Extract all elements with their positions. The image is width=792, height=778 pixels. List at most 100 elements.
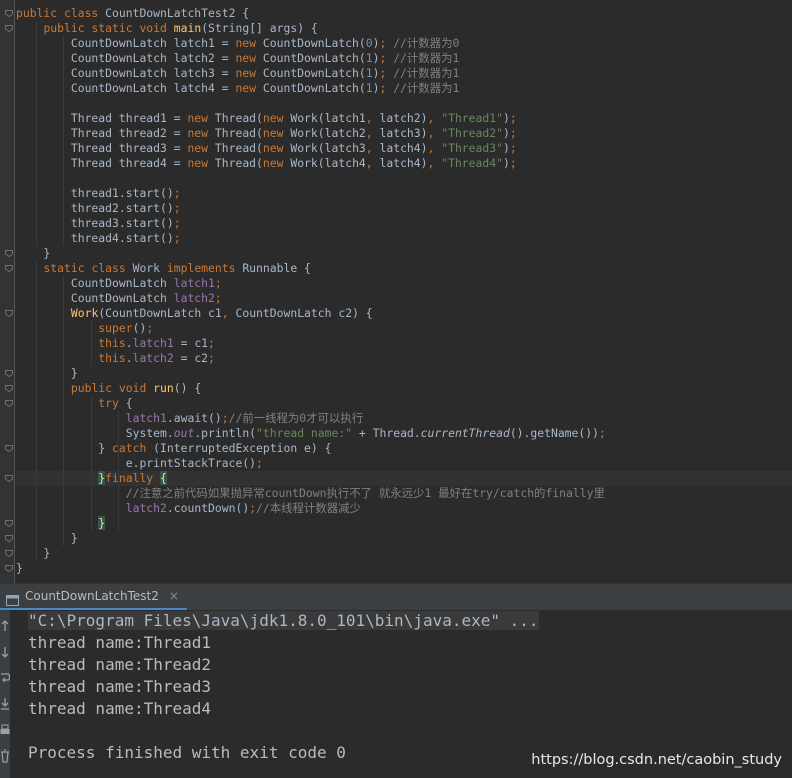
code-token: CountDownLatch latch3 = — [16, 66, 236, 80]
code-token: public static void — [43, 21, 174, 35]
code-line[interactable]: Thread thread4 = new Thread(new Work(lat… — [16, 156, 517, 171]
code-token: new — [235, 36, 263, 50]
code-line[interactable]: CountDownLatch latch1 = new CountDownLat… — [16, 36, 459, 51]
code-line[interactable]: latch1.await();//前一线程为0才可以执行 — [16, 411, 363, 426]
code-token: ; — [214, 276, 222, 290]
code-line[interactable]: this.latch2 = c2; — [16, 351, 215, 366]
code-token: Runnable { — [242, 261, 311, 275]
code-line[interactable]: } — [16, 246, 50, 261]
code-token: , — [365, 141, 380, 155]
code-token: new — [187, 126, 215, 140]
close-icon[interactable]: × — [169, 589, 179, 603]
code-line[interactable]: }finally { — [16, 471, 792, 486]
fold-marker-icon[interactable] — [5, 400, 13, 407]
code-line[interactable]: this.latch1 = c1; — [16, 336, 215, 351]
code-token: .countDown() — [166, 501, 250, 515]
code-line[interactable]: thread3.start(); — [16, 216, 181, 231]
code-line[interactable]: //注意之前代码如果抛异常countDown执行不了 就永远少1 最好在try/… — [16, 486, 605, 501]
fold-marker-icon[interactable] — [5, 535, 13, 542]
code-line[interactable]: public class CountDownLatchTest2 { — [16, 6, 249, 21]
code-token: latch3) — [379, 126, 428, 140]
code-line[interactable]: Work(CountDownLatch c1, CountDownLatch c… — [16, 306, 373, 321]
code-line[interactable]: try { — [16, 396, 132, 411]
code-token: //本线程计数器减少 — [256, 501, 361, 515]
code-token: try — [98, 396, 126, 410]
console-output[interactable]: "C:\Program Files\Java\jdk1.8.0_101\bin\… — [0, 610, 792, 778]
code-token: CountDownLatch — [16, 291, 174, 305]
fold-marker-icon[interactable] — [5, 250, 13, 257]
code-line[interactable]: e.printStackTrace(); — [16, 456, 263, 471]
code-token: thread4.start() — [16, 231, 174, 245]
fold-marker-icon[interactable] — [5, 10, 13, 17]
run-tool-window-tabbar: CountDownLatchTest2 × — [0, 583, 792, 611]
code-line[interactable]: CountDownLatch latch2 = new CountDownLat… — [16, 51, 459, 66]
code-token: //前一线程为0才可以执行 — [228, 411, 364, 425]
up-arrow-icon[interactable] — [0, 618, 10, 632]
code-token: new — [262, 141, 291, 155]
code-line[interactable]: static class Work implements Runnable { — [16, 261, 311, 276]
fold-marker-icon[interactable] — [5, 520, 13, 527]
code-token: main — [173, 21, 202, 35]
code-line[interactable]: Thread thread1 = new Thread(new Work(lat… — [16, 111, 517, 126]
down-arrow-icon[interactable] — [0, 644, 10, 658]
fold-marker-icon[interactable] — [5, 565, 13, 572]
code-token: = c2 — [180, 351, 209, 365]
code-token: new — [235, 51, 263, 65]
fold-marker-icon[interactable] — [5, 385, 13, 392]
fold-marker-icon[interactable] — [5, 370, 13, 377]
code-line[interactable]: Thread thread2 = new Thread(new Work(lat… — [16, 126, 517, 141]
code-token: (String[] args) { — [201, 21, 318, 35]
code-token: .println( — [194, 426, 257, 440]
code-line[interactable]: CountDownLatch latch3 = new CountDownLat… — [16, 66, 459, 81]
code-token: //计数器为0 — [393, 36, 460, 50]
code-line[interactable]: latch2.countDown();//本线程计数器减少 — [16, 501, 361, 516]
console-output-line: thread name:Thread2 — [28, 655, 212, 674]
trash-icon[interactable] — [0, 748, 10, 763]
code-token: ; — [173, 201, 181, 215]
soft-wrap-icon[interactable] — [0, 670, 11, 684]
code-token: out — [173, 426, 195, 440]
scroll-to-end-icon[interactable] — [0, 696, 10, 710]
print-icon[interactable] — [0, 722, 10, 736]
code-line[interactable]: Thread thread3 = new Thread(new Work(lat… — [16, 141, 517, 156]
code-token: ; — [208, 336, 215, 350]
code-token: "Thread1" — [441, 111, 503, 125]
fold-marker-icon[interactable] — [5, 25, 13, 32]
code-token: ) — [502, 111, 510, 125]
code-line[interactable]: CountDownLatch latch2; — [16, 291, 222, 306]
code-line[interactable]: thread1.start(); — [16, 186, 181, 201]
code-line[interactable]: CountDownLatch latch4 = new CountDownLat… — [16, 81, 459, 96]
editor-gutter[interactable] — [0, 0, 14, 583]
code-token: ; — [379, 36, 394, 50]
code-line[interactable]: CountDownLatch latch1; — [16, 276, 222, 291]
code-token: ().getName()) — [509, 426, 599, 440]
code-token: finally — [105, 471, 161, 485]
console-output-line: Process finished with exit code 0 — [28, 743, 346, 762]
code-line[interactable]: public static void main(String[] args) { — [16, 21, 318, 36]
fold-marker-icon[interactable] — [5, 475, 13, 482]
fold-marker-icon[interactable] — [5, 445, 13, 452]
code-line[interactable]: System.out.println("thread name:" + Thre… — [16, 426, 606, 441]
code-line[interactable]: thread4.start(); — [16, 231, 181, 246]
code-token: Thread thread3 = — [16, 141, 188, 155]
code-token: ) — [502, 126, 510, 140]
fold-marker-icon[interactable] — [5, 550, 13, 557]
fold-marker-icon[interactable] — [5, 310, 13, 317]
code-token: latch1 — [125, 411, 167, 425]
code-token: new — [187, 111, 215, 125]
code-line[interactable]: } — [16, 546, 50, 561]
fold-marker-icon[interactable] — [5, 265, 13, 272]
indent-guide — [90, 321, 92, 366]
code-token: , — [365, 126, 380, 140]
code-line[interactable]: thread2.start(); — [16, 201, 181, 216]
code-editor[interactable]: public class CountDownLatchTest2 { publi… — [0, 0, 792, 583]
run-tab[interactable]: CountDownLatchTest2 × — [0, 584, 187, 610]
code-line[interactable]: } — [16, 561, 23, 576]
code-line[interactable]: } — [16, 531, 78, 546]
code-line[interactable]: } — [16, 366, 78, 381]
code-token: "Thread3" — [441, 141, 503, 155]
code-token: this — [98, 351, 126, 365]
code-line[interactable]: public void run() { — [16, 381, 201, 396]
